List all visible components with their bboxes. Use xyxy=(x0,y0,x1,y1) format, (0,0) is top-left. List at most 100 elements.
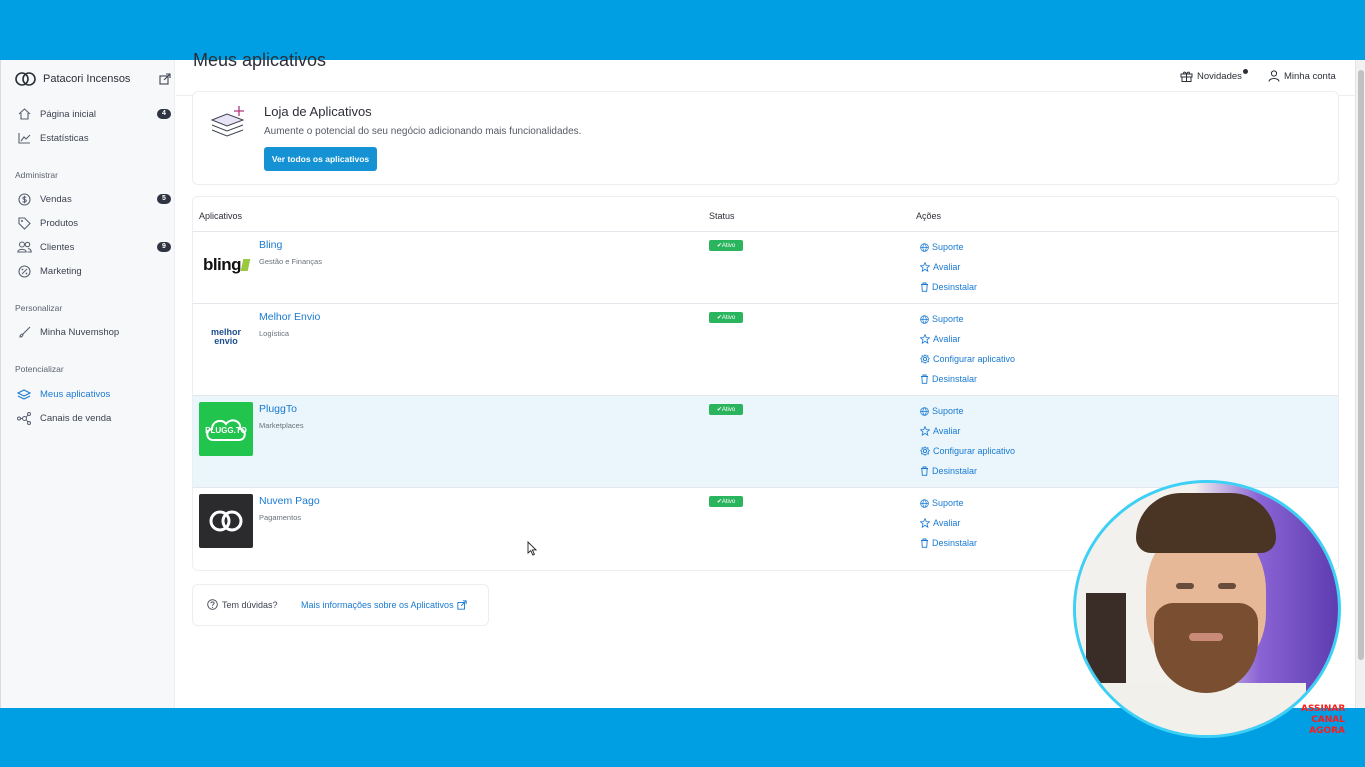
app-name-link[interactable]: Nuvem Pago xyxy=(259,495,320,507)
pluggto-logo: PLUGG.TO xyxy=(199,402,253,456)
section-title-admin: Administrar xyxy=(15,170,58,180)
uninstall-label: Desinstalar xyxy=(932,374,978,384)
external-link-icon xyxy=(456,600,467,610)
store-header[interactable]: Patacori Incensos xyxy=(15,72,171,86)
more-info-link[interactable]: Mais informações sobre os Aplicativos xyxy=(301,600,467,610)
sidebar-item-sales-channels[interactable]: Canais de venda xyxy=(15,408,171,428)
sidebar-item-marketing[interactable]: Marketing xyxy=(15,261,171,281)
rate-link[interactable]: Avaliar xyxy=(920,262,960,272)
sidebar-item-products[interactable]: Produtos xyxy=(15,213,171,233)
news-button[interactable]: Novidades xyxy=(1180,68,1248,82)
external-link-icon[interactable] xyxy=(159,73,171,85)
rate-link[interactable]: Avaliar xyxy=(920,334,960,344)
pluggto-logo-text: PLUGG.TO xyxy=(205,426,247,435)
column-header-apps: Aplicativos xyxy=(199,211,243,221)
app-store-card: Loja de Aplicativos Aumente o potencial … xyxy=(192,91,1339,185)
app-store-illustration-icon xyxy=(210,106,245,137)
sidebar-item-sales[interactable]: Vendas 5 xyxy=(15,189,171,209)
dollar-icon xyxy=(15,192,33,206)
app-category: Logística xyxy=(259,329,290,338)
page-title: Meus aplicativos xyxy=(193,50,327,70)
section-title-boost: Potencializar xyxy=(15,364,64,374)
support-link[interactable]: Suporte xyxy=(920,314,964,324)
sidebar-item-my-nuvemshop[interactable]: Minha Nuvemshop xyxy=(15,322,171,342)
nuvem-pago-logo xyxy=(199,494,253,548)
scrollbar[interactable] xyxy=(1355,60,1365,708)
table-row: melhor envio Melhor Envio Logística ✔ At… xyxy=(193,303,1338,395)
support-link[interactable]: Suporte xyxy=(920,242,964,252)
app-category: Marketplaces xyxy=(259,421,304,430)
webcam-eye-right xyxy=(1218,583,1236,589)
configure-app-label: Configurar aplicativo xyxy=(933,354,1016,364)
globe-icon xyxy=(920,314,929,324)
rate-link[interactable]: Avaliar xyxy=(920,518,960,528)
status-text: Ativo xyxy=(721,498,736,505)
view-all-apps-button[interactable]: Ver todos os aplicativos xyxy=(264,147,377,171)
nuvem-pago-logo-icon xyxy=(209,510,243,532)
sidebar-item-label: Marketing xyxy=(40,265,82,277)
star-icon xyxy=(920,262,930,272)
globe-icon xyxy=(920,498,929,508)
sidebar-item-home[interactable]: Página inicial 4 xyxy=(15,104,171,124)
webcam-shelf xyxy=(1086,593,1126,683)
sidebar-item-customers[interactable]: Clientes 9 xyxy=(15,237,171,257)
configure-app-link[interactable]: Configurar aplicativo xyxy=(920,354,1015,364)
chart-icon xyxy=(15,132,33,144)
support-label: Suporte xyxy=(932,498,964,508)
bling-logo-mark xyxy=(240,259,251,271)
sidebar-item-label: Produtos xyxy=(40,217,79,229)
trash-icon xyxy=(921,282,928,292)
uninstall-link[interactable]: Desinstalar xyxy=(920,466,977,476)
trash-icon xyxy=(921,374,928,384)
status-text: Ativo xyxy=(721,406,736,413)
melhor-envio-logo-text: melhor envio xyxy=(210,327,241,346)
app-name-link[interactable]: Bling xyxy=(259,239,282,251)
configure-app-label: Configurar aplicativo xyxy=(933,446,1016,456)
app-store-description: Aumente o potencial do seu negócio adici… xyxy=(264,126,582,137)
uninstall-link[interactable]: Desinstalar xyxy=(920,374,977,384)
support-link[interactable]: Suporte xyxy=(920,498,964,508)
rate-link[interactable]: Avaliar xyxy=(920,426,960,436)
help-question-text: Tem dúvidas? xyxy=(222,599,278,610)
uninstall-label: Desinstalar xyxy=(932,282,978,292)
account-button[interactable]: Minha conta xyxy=(1268,70,1336,82)
support-label: Suporte xyxy=(932,406,964,416)
layers-icon xyxy=(15,388,33,401)
users-icon xyxy=(15,241,33,253)
uninstall-link[interactable]: Desinstalar xyxy=(920,538,977,548)
notification-badge: 9 xyxy=(157,242,171,252)
notification-badge: 5 xyxy=(157,194,171,204)
gift-icon xyxy=(1180,71,1193,82)
melhor-envio-logo: melhor envio xyxy=(199,310,253,364)
nuvemshop-logo-icon xyxy=(15,72,36,86)
support-link[interactable]: Suporte xyxy=(920,406,964,416)
sidebar-item-statistics[interactable]: Estatísticas xyxy=(15,128,171,148)
rate-label: Avaliar xyxy=(933,426,961,436)
sidebar-item-my-apps[interactable]: Meus aplicativos xyxy=(15,384,171,404)
question-icon xyxy=(207,599,218,610)
more-info-label: Mais informações sobre os Aplicativos xyxy=(301,600,454,610)
app-name-link[interactable]: Melhor Envio xyxy=(259,311,320,323)
star-icon xyxy=(920,334,930,344)
account-label: Minha conta xyxy=(1284,70,1336,82)
uninstall-link[interactable]: Desinstalar xyxy=(920,282,977,292)
globe-icon xyxy=(920,406,929,416)
rate-label: Avaliar xyxy=(933,262,961,272)
scrollbar-thumb[interactable] xyxy=(1358,70,1364,660)
support-label: Suporte xyxy=(932,314,964,324)
network-icon xyxy=(15,411,33,425)
rate-label: Avaliar xyxy=(933,518,961,528)
tag-icon xyxy=(15,216,33,230)
bling-logo: bling xyxy=(199,238,253,292)
trash-icon xyxy=(921,466,928,476)
gear-icon xyxy=(920,354,930,364)
webcam-overlay xyxy=(1076,483,1338,735)
sidebar-item-label: Clientes xyxy=(40,241,75,253)
table-row: bling Bling Gestão e Finanças ✔ Ativo Su… xyxy=(193,231,1338,303)
app-name-link[interactable]: PluggTo xyxy=(259,403,297,415)
sidebar-item-label: Página inicial xyxy=(40,108,96,120)
configure-app-link[interactable]: Configurar aplicativo xyxy=(920,446,1015,456)
bling-logo-text: bling xyxy=(202,255,242,274)
subscribe-overlay-text[interactable]: ASSINAR CANAL AGORA xyxy=(1301,704,1345,737)
column-header-actions: Ações xyxy=(916,211,942,221)
